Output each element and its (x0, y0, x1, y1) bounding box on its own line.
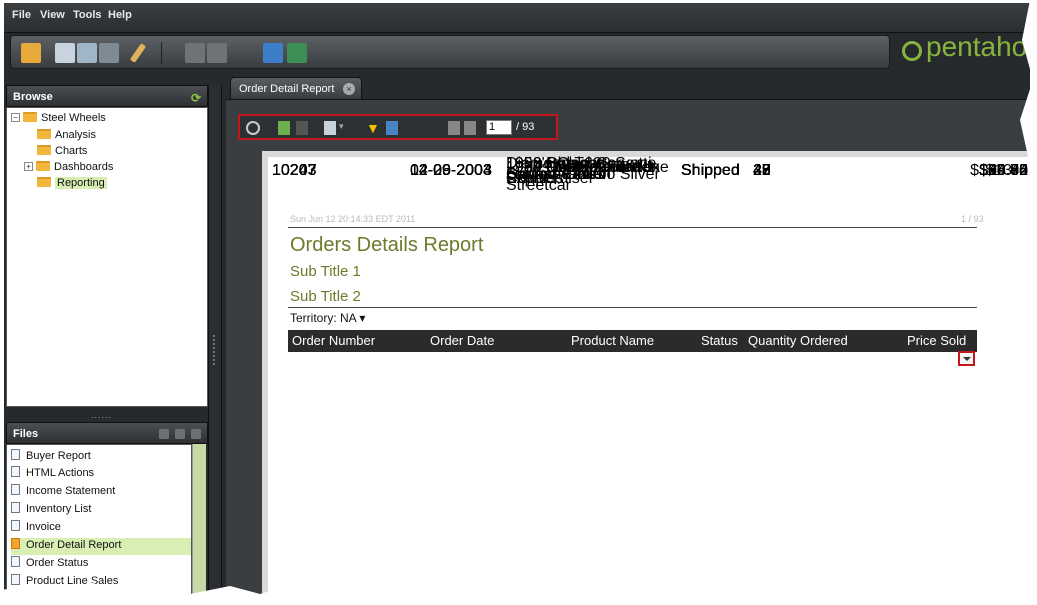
browse-panel-header: Browse ⟳ (6, 85, 208, 107)
file-item-inventory-list[interactable]: Inventory List (11, 502, 191, 519)
column-order-date: Order Date (430, 333, 495, 348)
pentaho-logo: pentaho (926, 31, 1028, 62)
browse-tree: − Steel Wheels Analysis Charts + Dashboard… (6, 107, 208, 407)
file-item-invoice[interactable]: Invoice (11, 520, 191, 537)
tree-item-dashboards[interactable]: + Dashboards (24, 161, 113, 177)
undo-icon[interactable] (278, 121, 290, 135)
pentaho-logo-mark (902, 41, 922, 61)
pentaho-user-console: File View Tools Help pentaho Browse ⟳ − S… (4, 3, 1030, 603)
report-page: Sun Jun 12 20:14:33 EDT 2011 1 / 93 Orde… (262, 151, 1030, 603)
title-divider (288, 307, 977, 308)
file-item-buyer-report[interactable]: Buyer Report (11, 449, 191, 466)
close-icon[interactable]: × (343, 83, 355, 95)
cell-price: $46.82 (979, 162, 1028, 179)
document-icon (11, 466, 20, 477)
save-as-icon[interactable] (207, 43, 227, 63)
previous-page-icon[interactable] (448, 121, 460, 135)
menu-view[interactable]: View (40, 9, 65, 21)
menu-bar: File View Tools Help (4, 3, 1030, 33)
files-list: Buyer Report HTML Actions Income Stateme… (6, 444, 192, 603)
cell-status: Shipped (681, 162, 740, 179)
tree-item-charts[interactable]: Charts (37, 145, 87, 161)
admin-icon[interactable] (287, 43, 307, 63)
file-item-html-actions[interactable]: HTML Actions (11, 466, 191, 483)
tab-order-detail-report[interactable]: Order Detail Report × (230, 77, 362, 99)
folder-icon (37, 145, 51, 155)
export-icon[interactable] (324, 121, 336, 135)
menu-file[interactable]: File (12, 9, 31, 21)
file-item-order-detail-report[interactable]: Order Detail Report (11, 538, 191, 555)
files-scrollbar[interactable] (192, 444, 206, 603)
cell-quantity: 49 (753, 162, 771, 179)
header-divider (288, 227, 977, 228)
filter-icon[interactable]: ▼ (366, 121, 380, 135)
files-title: Files (13, 428, 39, 440)
panel-splitter-handle[interactable]: ...... (91, 410, 112, 420)
settings-gear-icon[interactable] (246, 121, 260, 135)
report-title: Orders Details Report (290, 234, 484, 256)
workspace-icon[interactable] (263, 43, 283, 63)
tree-item-steel-wheels[interactable]: − Steel Wheels (11, 112, 106, 128)
document-icon (11, 574, 20, 585)
document-icon (11, 449, 20, 460)
document-icon (11, 502, 20, 513)
cell-order-number: 10207 (272, 162, 317, 179)
column-order-number: Order Number (292, 333, 376, 348)
table-header: Order Number Order Date Product Name Sta… (288, 330, 977, 352)
toolbar-separator (161, 42, 162, 64)
splitter-grip[interactable] (213, 335, 217, 365)
territory-selector[interactable]: Territory: NA ▾ (290, 311, 365, 325)
file-item-order-status[interactable]: Order Status (11, 556, 191, 573)
menu-help[interactable]: Help (108, 9, 132, 21)
browse-title: Browse (13, 91, 53, 103)
report-subtitle-2: Sub Title 2 (290, 288, 361, 305)
properties-icon[interactable] (191, 429, 201, 439)
document-icon (11, 520, 20, 531)
new-dashboard-icon[interactable] (99, 43, 119, 63)
save-icon[interactable] (185, 43, 205, 63)
report-page-indicator: 1 / 93 (961, 214, 984, 224)
cell-dropdown-button[interactable] (958, 351, 975, 366)
folder-icon (37, 129, 51, 139)
collapse-icon[interactable]: − (11, 113, 20, 122)
folder-action-icon[interactable] (159, 429, 169, 439)
redo-icon[interactable] (296, 121, 308, 135)
tree-item-reporting[interactable]: Reporting (37, 177, 107, 193)
new-analysis-icon[interactable] (77, 43, 97, 63)
delete-icon[interactable] (175, 429, 185, 439)
report-toolbar: ▾ ▼ 1 / 93 (238, 114, 558, 140)
cell-product-name: 1970 Dodge Coronet (506, 159, 655, 176)
column-price-sold: Price Sold (907, 333, 967, 348)
report-timestamp: Sun Jun 12 20:14:33 EDT 2011 (290, 214, 416, 224)
new-report-icon[interactable] (55, 43, 75, 63)
column-quantity-ordered: Quantity Ordered (748, 333, 848, 348)
folder-icon (23, 112, 37, 122)
refresh-icon[interactable]: ⟳ (191, 91, 201, 105)
column-status: Status (701, 333, 738, 348)
menu-tools[interactable]: Tools (73, 9, 102, 21)
open-folder-icon[interactable] (21, 43, 41, 63)
folder-icon (36, 161, 50, 171)
cell-order-date: 12-09-2003 (410, 162, 492, 179)
edit-icon[interactable] (129, 43, 147, 63)
files-panel-header: Files (6, 422, 208, 444)
export-dropdown-icon[interactable]: ▾ (339, 121, 345, 135)
file-item-income-statement[interactable]: Income Statement (11, 484, 191, 501)
document-icon (11, 484, 20, 495)
next-page-icon[interactable] (464, 121, 476, 135)
tab-label: Order Detail Report (239, 83, 335, 95)
vertical-splitter[interactable] (208, 85, 222, 603)
page-total: / 93 (516, 121, 535, 133)
page-number-input[interactable]: 1 (486, 120, 512, 135)
file-item-product-line-sales[interactable]: Product Line Sales (11, 574, 191, 591)
main-toolbar (10, 35, 890, 69)
document-icon (11, 556, 20, 567)
report-subtitle-1: Sub Title 1 (290, 263, 361, 280)
column-product-name: Product Name (571, 333, 655, 348)
tree-item-analysis[interactable]: Analysis (37, 129, 96, 145)
folder-icon (37, 177, 51, 187)
expand-icon[interactable]: + (24, 162, 33, 171)
report-icon (11, 538, 20, 549)
table-view-icon[interactable] (386, 121, 398, 135)
